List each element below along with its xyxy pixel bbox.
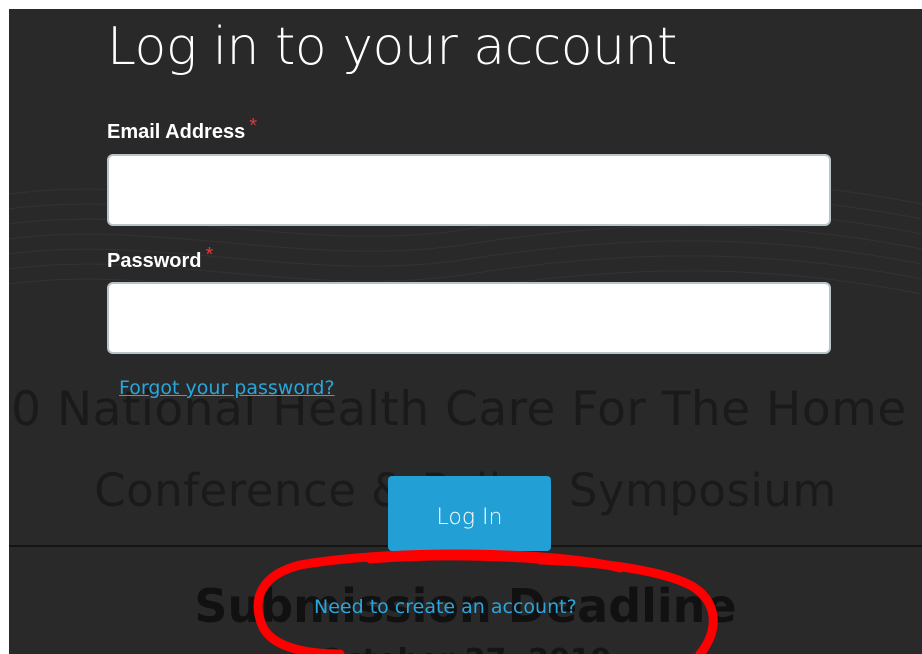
login-button[interactable]: Log In (388, 476, 551, 551)
login-modal-overlay: 0 National Health Care For The Home Conf… (9, 9, 922, 654)
required-marker: * (205, 244, 214, 266)
forgot-password-link[interactable]: Forgot your password? (119, 377, 335, 399)
email-field[interactable] (107, 154, 831, 226)
password-label: Password * (107, 244, 213, 273)
background-section-date: October 27, 2019 (9, 643, 922, 654)
create-account-link[interactable]: Need to create an account? (314, 596, 577, 618)
page: 0 National Health Care For The Home Conf… (0, 0, 922, 654)
email-label: Email Address * (107, 115, 257, 144)
password-field[interactable] (107, 282, 831, 354)
page-title: Log in to your account (107, 17, 677, 77)
email-label-text: Email Address (107, 121, 246, 143)
required-marker: * (249, 115, 257, 137)
password-label-text: Password (107, 250, 202, 272)
page-edge (0, 0, 9, 654)
